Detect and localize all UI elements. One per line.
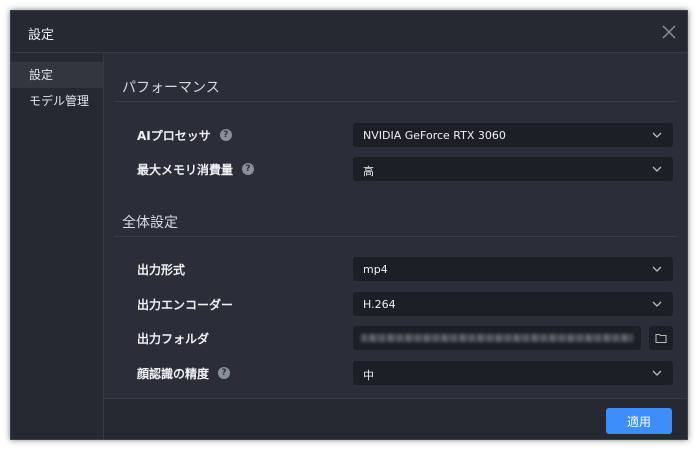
face-accuracy-label-text: 顔認識の精度: [137, 366, 210, 381]
output-folder-label: 出力フォルダ: [137, 326, 209, 350]
output-format-label-text: 出力形式: [137, 262, 186, 277]
ai-processor-label: AIプロセッサ ?: [137, 123, 232, 147]
divider: [114, 101, 677, 102]
ai-processor-value: NVIDIA GeForce RTX 3060: [363, 129, 506, 142]
output-encoder-select[interactable]: H.264: [353, 292, 673, 316]
chevron-down-icon: [652, 370, 662, 376]
max-memory-label-text: 最大メモリ消費量: [137, 162, 234, 177]
section-title-performance: パフォーマンス: [122, 80, 220, 96]
max-memory-select[interactable]: 高: [353, 157, 673, 181]
output-format-select[interactable]: mp4: [353, 257, 673, 281]
apply-button[interactable]: 適用: [606, 408, 672, 434]
help-icon[interactable]: ?: [218, 367, 231, 379]
divider: [114, 236, 677, 237]
output-format-value: mp4: [363, 263, 388, 276]
output-encoder-label-text: 出力エンコーダー: [137, 297, 234, 312]
title-bar: 設定: [11, 11, 687, 53]
output-encoder-label: 出力エンコーダー: [137, 292, 233, 316]
face-accuracy-label: 顔認識の精度 ?: [137, 361, 231, 385]
dialog-title: 設定: [28, 28, 55, 43]
sidebar-item-settings[interactable]: 設定: [11, 62, 103, 88]
face-accuracy-select[interactable]: 中: [353, 361, 673, 385]
settings-content: パフォーマンス AIプロセッサ ? NVIDIA GeForce RTX 306…: [104, 53, 687, 398]
ai-processor-label-text: AIプロセッサ: [137, 128, 211, 143]
face-accuracy-value: 中: [363, 369, 374, 382]
output-format-label: 出力形式: [137, 257, 185, 281]
folder-icon: [655, 334, 667, 343]
dialog-footer: 適用: [104, 398, 687, 439]
chevron-down-icon: [652, 132, 662, 138]
section-title-general: 全体設定: [122, 215, 178, 231]
output-folder-label-text: 出力フォルダ: [137, 331, 210, 346]
output-folder-field[interactable]: [353, 326, 641, 350]
chevron-down-icon: [652, 301, 662, 307]
settings-dialog: 設定 設定 モデル管理 パフォーマンス AIプロセッサ ? NVIDIA GeF…: [10, 10, 688, 440]
blurred-path: [361, 334, 633, 342]
sidebar: 設定 モデル管理: [11, 53, 104, 439]
help-icon[interactable]: ?: [219, 129, 232, 141]
max-memory-label: 最大メモリ消費量 ?: [137, 157, 255, 181]
chevron-down-icon: [652, 266, 662, 272]
ai-processor-select[interactable]: NVIDIA GeForce RTX 3060: [353, 123, 673, 147]
sidebar-item-model-management[interactable]: モデル管理: [11, 88, 103, 114]
max-memory-value: 高: [363, 165, 374, 178]
output-encoder-value: H.264: [363, 298, 396, 311]
close-icon: [662, 25, 676, 39]
chevron-down-icon: [652, 166, 662, 172]
help-icon[interactable]: ?: [242, 163, 255, 175]
close-button[interactable]: [661, 24, 677, 40]
browse-folder-button[interactable]: [649, 326, 673, 350]
